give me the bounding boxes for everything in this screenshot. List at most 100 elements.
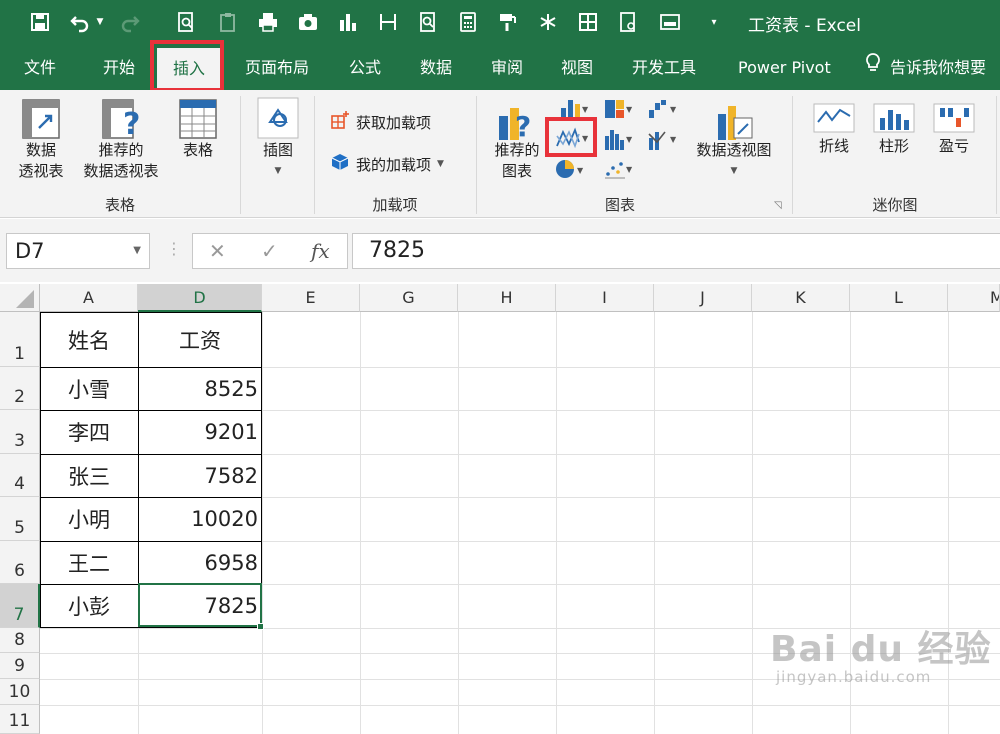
row-header-4[interactable]: 4 bbox=[0, 454, 40, 497]
header-cell-name[interactable]: 姓名 bbox=[40, 312, 138, 367]
calculator-icon[interactable] bbox=[454, 8, 482, 36]
worksheet-grid[interactable]: A D E G H I J K L M 1 2 3 4 5 6 7 8 9 10… bbox=[0, 284, 1000, 734]
cancel-icon[interactable]: ✕ bbox=[209, 239, 226, 263]
tab-review[interactable]: 审阅 bbox=[491, 46, 523, 90]
tab-power-pivot[interactable]: Power Pivot bbox=[738, 46, 831, 90]
column-header-a[interactable]: A bbox=[40, 284, 138, 312]
tab-view[interactable]: 视图 bbox=[561, 46, 593, 90]
column-chart-button[interactable]: ▼ bbox=[556, 98, 592, 120]
line-chart-button[interactable]: ▼ bbox=[552, 126, 592, 150]
table-row-salary[interactable]: 10020 bbox=[138, 497, 262, 541]
select-all-corner[interactable] bbox=[0, 284, 40, 312]
column-header-h[interactable]: H bbox=[458, 284, 556, 312]
borders-icon[interactable] bbox=[574, 8, 602, 36]
row-header-6[interactable]: 6 bbox=[0, 541, 40, 584]
column-header-l[interactable]: L bbox=[850, 284, 948, 312]
column-header-j[interactable]: J bbox=[654, 284, 752, 312]
waterfall-chart-button[interactable]: ▼ bbox=[644, 98, 680, 120]
table-row-salary[interactable]: 8525 bbox=[138, 367, 262, 410]
tab-home[interactable]: 开始 bbox=[103, 46, 135, 90]
sparkline-winloss-button[interactable]: 盈亏 bbox=[928, 100, 980, 157]
pivot-chart-button[interactable]: 数据透视图 ▼ bbox=[688, 100, 780, 182]
document-search-icon[interactable] bbox=[614, 8, 642, 36]
sparkline-line-icon bbox=[808, 100, 860, 136]
table-button[interactable]: 表格 bbox=[172, 98, 224, 161]
table-row-name[interactable]: 小明 bbox=[40, 497, 138, 541]
formula-input[interactable]: 7825 bbox=[352, 233, 1000, 269]
column-width-icon[interactable] bbox=[374, 8, 402, 36]
quick-print-icon[interactable] bbox=[254, 8, 282, 36]
name-box[interactable]: D7 ▼ bbox=[6, 233, 150, 269]
customize-qat-icon[interactable]: ▾ bbox=[700, 8, 728, 36]
charts-dialog-launcher-icon[interactable]: ◹ bbox=[774, 200, 782, 211]
column-header-e[interactable]: E bbox=[262, 284, 360, 312]
tab-file[interactable]: 文件 bbox=[24, 46, 56, 90]
tab-page-layout[interactable]: 页面布局 bbox=[245, 46, 309, 90]
enter-icon[interactable]: ✓ bbox=[261, 239, 278, 263]
table-border bbox=[40, 541, 262, 542]
pie-chart-button[interactable]: ▼ bbox=[548, 158, 588, 180]
column-header-i[interactable]: I bbox=[556, 284, 654, 312]
redo-icon[interactable] bbox=[116, 8, 144, 36]
window-icon[interactable] bbox=[656, 8, 684, 36]
column-header-k[interactable]: K bbox=[752, 284, 850, 312]
sparkline-column-icon bbox=[868, 100, 920, 136]
camera-icon[interactable] bbox=[294, 8, 322, 36]
row-header-7[interactable]: 7 bbox=[0, 584, 40, 628]
tab-formulas[interactable]: 公式 bbox=[349, 46, 381, 90]
column-header-g[interactable]: G bbox=[360, 284, 458, 312]
print-preview-icon[interactable] bbox=[172, 8, 200, 36]
row-header-5[interactable]: 5 bbox=[0, 497, 40, 541]
my-addins-button[interactable]: 我的加载项 ▼ bbox=[330, 152, 444, 176]
symbol-icon[interactable] bbox=[534, 8, 562, 36]
tab-developer[interactable]: 开发工具 bbox=[632, 46, 696, 90]
bar-chart-icon[interactable] bbox=[334, 8, 362, 36]
row-header-10[interactable]: 10 bbox=[0, 679, 40, 705]
header-cell-salary[interactable]: 工资 bbox=[138, 312, 262, 367]
name-box-dropdown-icon[interactable]: ▼ bbox=[133, 234, 141, 268]
recommended-pivot-button[interactable]: ? 推荐的 数据透视表 bbox=[76, 98, 166, 182]
column-header-m[interactable]: M bbox=[948, 284, 1000, 312]
row-header-9[interactable]: 9 bbox=[0, 653, 40, 679]
table-row-name[interactable]: 王二 bbox=[40, 541, 138, 584]
row-header-11[interactable]: 11 bbox=[0, 705, 40, 734]
row-header-8[interactable]: 8 bbox=[0, 628, 40, 653]
table-row-name[interactable]: 李四 bbox=[40, 410, 138, 454]
fill-handle[interactable] bbox=[257, 623, 264, 630]
hierarchy-chart-button[interactable]: ▼ bbox=[600, 98, 636, 120]
pivot-table-button[interactable]: 数据 透视表 bbox=[12, 98, 70, 182]
illustrations-button[interactable]: 插图 ▼ bbox=[252, 96, 304, 182]
row-header-3[interactable]: 3 bbox=[0, 410, 40, 454]
find-icon[interactable] bbox=[414, 8, 442, 36]
excel-window: ▼ ▾ 工资表 - Excel 文件 开始 插入 页面布局 公式 数据 审阅 视… bbox=[0, 0, 1000, 734]
column-header-d[interactable]: D bbox=[138, 284, 262, 312]
lightbulb-icon bbox=[864, 47, 882, 91]
table-row-name[interactable]: 张三 bbox=[40, 454, 138, 497]
statistic-chart-button[interactable]: ▼ bbox=[600, 128, 636, 150]
row-header-2[interactable]: 2 bbox=[0, 367, 40, 410]
tell-me-search[interactable]: 告诉我你想要 bbox=[864, 46, 1000, 90]
sparkline-winloss-icon bbox=[928, 100, 980, 136]
sparkline-line-button[interactable]: 折线 bbox=[808, 100, 860, 157]
undo-icon[interactable] bbox=[66, 8, 94, 36]
table-row-salary[interactable]: 7582 bbox=[138, 454, 262, 497]
sparkline-column-button[interactable]: 柱形 bbox=[868, 100, 920, 157]
insert-function-icon[interactable]: fx bbox=[311, 239, 330, 263]
table-row-salary[interactable]: 9201 bbox=[138, 410, 262, 454]
format-painter-icon[interactable] bbox=[494, 8, 522, 36]
table-row-salary[interactable]: 6958 bbox=[138, 541, 262, 584]
table-row-name[interactable]: 小彭 bbox=[40, 584, 138, 628]
table-row-name[interactable]: 小雪 bbox=[40, 367, 138, 410]
recommended-charts-button[interactable]: ? 推荐的 图表 bbox=[488, 100, 546, 182]
clipboard-icon[interactable] bbox=[214, 8, 242, 36]
undo-dropdown-icon[interactable]: ▼ bbox=[92, 8, 108, 36]
row-header-1[interactable]: 1 bbox=[0, 312, 40, 367]
recommended-pivot-icon: ? bbox=[76, 98, 166, 140]
get-addins-label: 获取加载项 bbox=[356, 113, 432, 132]
save-icon[interactable] bbox=[26, 8, 54, 36]
tab-data[interactable]: 数据 bbox=[420, 46, 452, 90]
tab-insert[interactable]: 插入 bbox=[157, 48, 222, 90]
scatter-chart-button[interactable]: ▼ bbox=[600, 158, 636, 180]
get-addins-button[interactable]: 获取加载项 bbox=[330, 110, 431, 134]
combo-chart-button[interactable]: ▼ bbox=[644, 128, 680, 150]
